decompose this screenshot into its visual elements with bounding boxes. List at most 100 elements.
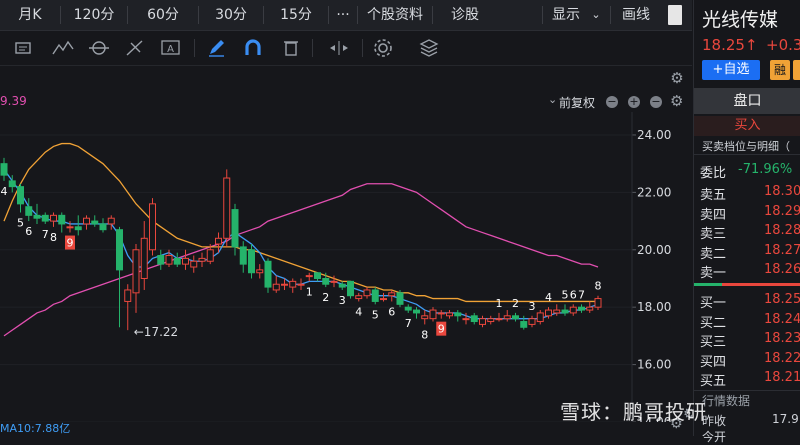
buy-sell-ratio-bar-buy <box>694 283 722 286</box>
low-price-annotation: ←17.22 <box>134 325 178 339</box>
indicator-settings-icon[interactable]: ⚙ <box>670 92 683 110</box>
buy-level-row[interactable]: 买五 18.21 <box>698 370 800 389</box>
candle-body <box>198 257 206 262</box>
candle-body <box>50 214 57 222</box>
fork-icon[interactable] <box>122 35 148 61</box>
buy-level-row[interactable]: 买四 18.22 <box>698 351 800 370</box>
axis-tick-label: 18.00 <box>637 300 671 314</box>
sequence-label: 3 <box>339 294 346 307</box>
sell-level-row[interactable]: 卖三 18.28 <box>698 223 800 242</box>
sell-level-row[interactable]: 卖二 18.27 <box>698 243 800 262</box>
sequence-label: 8 <box>421 328 428 341</box>
tab-stock-profile[interactable]: 个股资料 <box>358 0 432 30</box>
candle-body <box>132 249 140 294</box>
chart-settings-icon[interactable]: ⚙ <box>668 69 686 87</box>
level-label: 买二 <box>700 315 727 331</box>
adjust-chevron-icon: ⌄ <box>548 93 558 106</box>
sequence-label: 3 <box>529 300 536 313</box>
tab-60min[interactable]: 60分 <box>128 0 198 30</box>
sell-level-row[interactable]: 卖五 18.30 <box>698 184 800 203</box>
panel-toggle-icon[interactable] <box>668 5 682 25</box>
pen-icon[interactable] <box>204 35 230 61</box>
trash-icon[interactable] <box>278 35 304 61</box>
ma20-line <box>3 183 599 337</box>
cycle-icon[interactable] <box>86 35 112 61</box>
candle-body <box>503 315 511 320</box>
sequence-label: 9 <box>438 323 445 336</box>
draw-line-button[interactable]: 画线 <box>612 0 660 30</box>
candle-body <box>413 309 420 314</box>
level-label: 卖二 <box>700 246 727 262</box>
level-price: 18.29 <box>764 203 800 219</box>
settings-icon[interactable] <box>370 35 396 61</box>
collapse-icon[interactable]: − <box>650 96 662 108</box>
market-data-title: 行情数据 <box>702 394 751 408</box>
candle-body <box>347 280 354 297</box>
buy-level-row[interactable]: 买三 18.23 <box>698 331 800 350</box>
display-dropdown[interactable]: 显示 <box>546 0 586 30</box>
layers-icon[interactable] <box>416 35 442 61</box>
candle-body <box>149 203 156 251</box>
chart-top-bar: ⚙ <box>0 66 692 90</box>
tab-monthly-k[interactable]: 月K <box>0 0 60 30</box>
trend-line-icon[interactable] <box>50 35 76 61</box>
candle-body <box>206 249 214 262</box>
buy-level-row[interactable]: 买二 18.24 <box>698 312 800 331</box>
candle-body <box>578 306 585 311</box>
sell-level-row[interactable]: 卖四 18.29 <box>698 204 800 223</box>
svg-text:A: A <box>167 44 174 55</box>
candle-body <box>429 309 437 320</box>
stock-price: 18.25↑ <box>702 36 758 54</box>
add-watchlist-button[interactable]: +自选 <box>702 60 760 80</box>
candle-body <box>140 237 148 279</box>
zoom-out-icon[interactable]: − <box>606 96 618 108</box>
sequence-label: 2 <box>322 291 329 304</box>
sequence-label: 6 <box>388 305 395 318</box>
buy-level-row[interactable]: 买一 18.25 <box>698 292 800 311</box>
candle-body <box>569 306 577 314</box>
candle-body <box>223 177 231 239</box>
more-tabs-button[interactable]: ··· <box>329 0 357 30</box>
stock-name: 光线传媒 <box>702 9 779 31</box>
candle-body <box>99 223 107 231</box>
candle-body <box>116 229 123 271</box>
level-label: 买四 <box>700 354 727 370</box>
candle-style-icon[interactable] <box>12 35 38 61</box>
sequence-label: 1 <box>306 285 313 298</box>
candle-body <box>528 318 536 325</box>
candle-body <box>462 318 470 321</box>
level-label: 卖一 <box>700 266 727 281</box>
candle-body <box>165 255 173 265</box>
candle-body <box>437 312 445 315</box>
tab-15min[interactable]: 15分 <box>264 0 328 30</box>
sequence-label: 4 <box>545 291 552 304</box>
candle-body <box>479 318 486 325</box>
buy-button[interactable]: 买入 <box>694 116 800 136</box>
tab-30min[interactable]: 30分 <box>199 0 263 30</box>
ma5-line <box>3 169 599 320</box>
candle-body <box>404 306 412 311</box>
text-tool-icon[interactable]: A <box>158 35 184 61</box>
stock-change: +0.3 <box>766 36 800 54</box>
candle-body <box>314 272 321 279</box>
tab-diagnosis[interactable]: 诊股 <box>433 0 497 30</box>
candle-body <box>322 277 330 285</box>
candle-body <box>25 206 33 216</box>
candle-body <box>58 214 66 225</box>
level-price: 18.28 <box>764 223 800 238</box>
candle-body <box>330 280 338 283</box>
sell-level-row[interactable]: 卖一 18.26 <box>698 262 800 281</box>
sequence-label: 7 <box>42 228 49 241</box>
kline-chart[interactable]: 456 7 8 91 2 34 5 678 91 2 34 5 6 78 24.0022.0020.001… <box>0 112 692 422</box>
period-tab-bar: 月K 120分 60分 30分 15分 ··· 个股资料 诊股 显示 ⌄ 画线 <box>0 0 692 31</box>
magnet-icon[interactable] <box>240 35 266 61</box>
tab-120min[interactable]: 120分 <box>61 0 127 30</box>
zoom-range-icon[interactable] <box>326 35 352 61</box>
candle-body <box>446 312 453 317</box>
candle-body <box>66 226 74 229</box>
tab-order-book[interactable]: 盘口 <box>694 88 800 114</box>
sequence-label: 5 <box>372 308 379 321</box>
candle-body <box>41 214 49 222</box>
price-adjust-select[interactable]: 前复权 <box>559 94 595 111</box>
zoom-in-icon[interactable]: + <box>628 96 640 108</box>
